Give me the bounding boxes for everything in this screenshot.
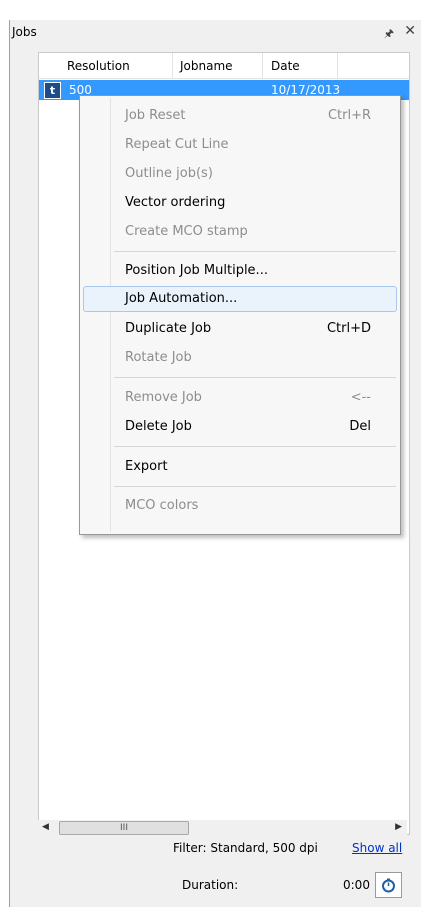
menu-item-repeat-cut-line[interactable]: Repeat Cut Line [83,132,397,158]
stopwatch-icon [382,878,395,893]
menu-shortcut: Ctrl+D [326,321,371,336]
menu-item-vector-ordering[interactable]: Vector ordering [83,190,397,216]
menu-label: Job Automation... [125,291,238,306]
menu-label: Export [125,459,168,474]
menu-separator [114,377,396,378]
show-all-link[interactable]: Show all [352,841,402,855]
menu-item-job-automation[interactable]: Job Automation... [83,286,397,312]
menu-item-create-mco-stamp[interactable]: Create MCO stamp [83,219,397,245]
column-jobname[interactable]: Jobname [180,59,233,73]
menu-label: Duplicate Job [125,321,212,336]
horizontal-scrollbar[interactable]: ◀ III ▶ [37,820,407,837]
close-icon[interactable]: ✕ [404,23,416,39]
duration-label: Duration: [182,878,239,892]
menu-item-remove-job[interactable]: Remove Job <-- [83,385,397,411]
column-separator[interactable] [337,53,338,78]
left-edge [0,0,12,907]
menu-item-export[interactable]: Export [83,454,397,480]
menu-separator [114,251,396,252]
menu-item-rotate-job[interactable]: Rotate Job [83,345,397,371]
panel-title: Jobs [12,25,37,39]
menu-label: Vector ordering [125,195,226,210]
menu-item-delete-job[interactable]: Delete Job Del [83,414,397,440]
menu-shortcut: Del [349,419,371,434]
context-menu: Job Reset Ctrl+R Repeat Cut Line Outline… [79,95,401,535]
menu-label: Create MCO stamp [125,224,248,239]
pin-icon[interactable]: 🖈 [384,25,394,44]
filter-label: Filter: Standard, 500 dpi [173,841,318,855]
menu-label: Position Job Multiple... [125,263,268,278]
timer-button[interactable] [375,872,402,898]
menu-item-outline-jobs[interactable]: Outline job(s) [83,161,397,187]
menu-label: Rotate Job [125,350,192,365]
menu-label: Remove Job [125,390,202,405]
scroll-right-icon[interactable]: ▶ [395,822,402,832]
menu-item-job-reset[interactable]: Job Reset Ctrl+R [83,103,397,129]
scroll-left-icon[interactable]: ◀ [42,822,49,832]
menu-label: Outline job(s) [125,166,213,181]
list-header: Resolution Jobname Date [39,53,409,79]
menu-label: Delete Job [125,419,192,434]
menu-label: MCO colors [125,498,199,513]
column-separator[interactable] [172,53,173,78]
panel-titlebar: Jobs 🖈 ✕ [10,20,421,45]
menu-item-duplicate-job[interactable]: Duplicate Job Ctrl+D [83,316,397,342]
menu-label: Job Reset [125,108,186,123]
menu-separator [114,446,396,447]
menu-item-mco-colors[interactable]: MCO colors [83,493,397,519]
menu-item-position-job-multiple[interactable]: Position Job Multiple... [83,258,397,284]
menu-label: Repeat Cut Line [125,137,229,152]
menu-shortcut: <-- [350,390,371,405]
column-resolution[interactable]: Resolution [67,59,130,73]
column-separator[interactable] [262,53,263,78]
menu-shortcut: Ctrl+R [327,108,371,123]
scroll-thumb[interactable]: III [59,821,189,835]
column-date[interactable]: Date [271,59,300,73]
job-type-icon: t [44,82,61,99]
duration-value: 0:00 [343,878,370,892]
menu-separator [114,486,396,487]
